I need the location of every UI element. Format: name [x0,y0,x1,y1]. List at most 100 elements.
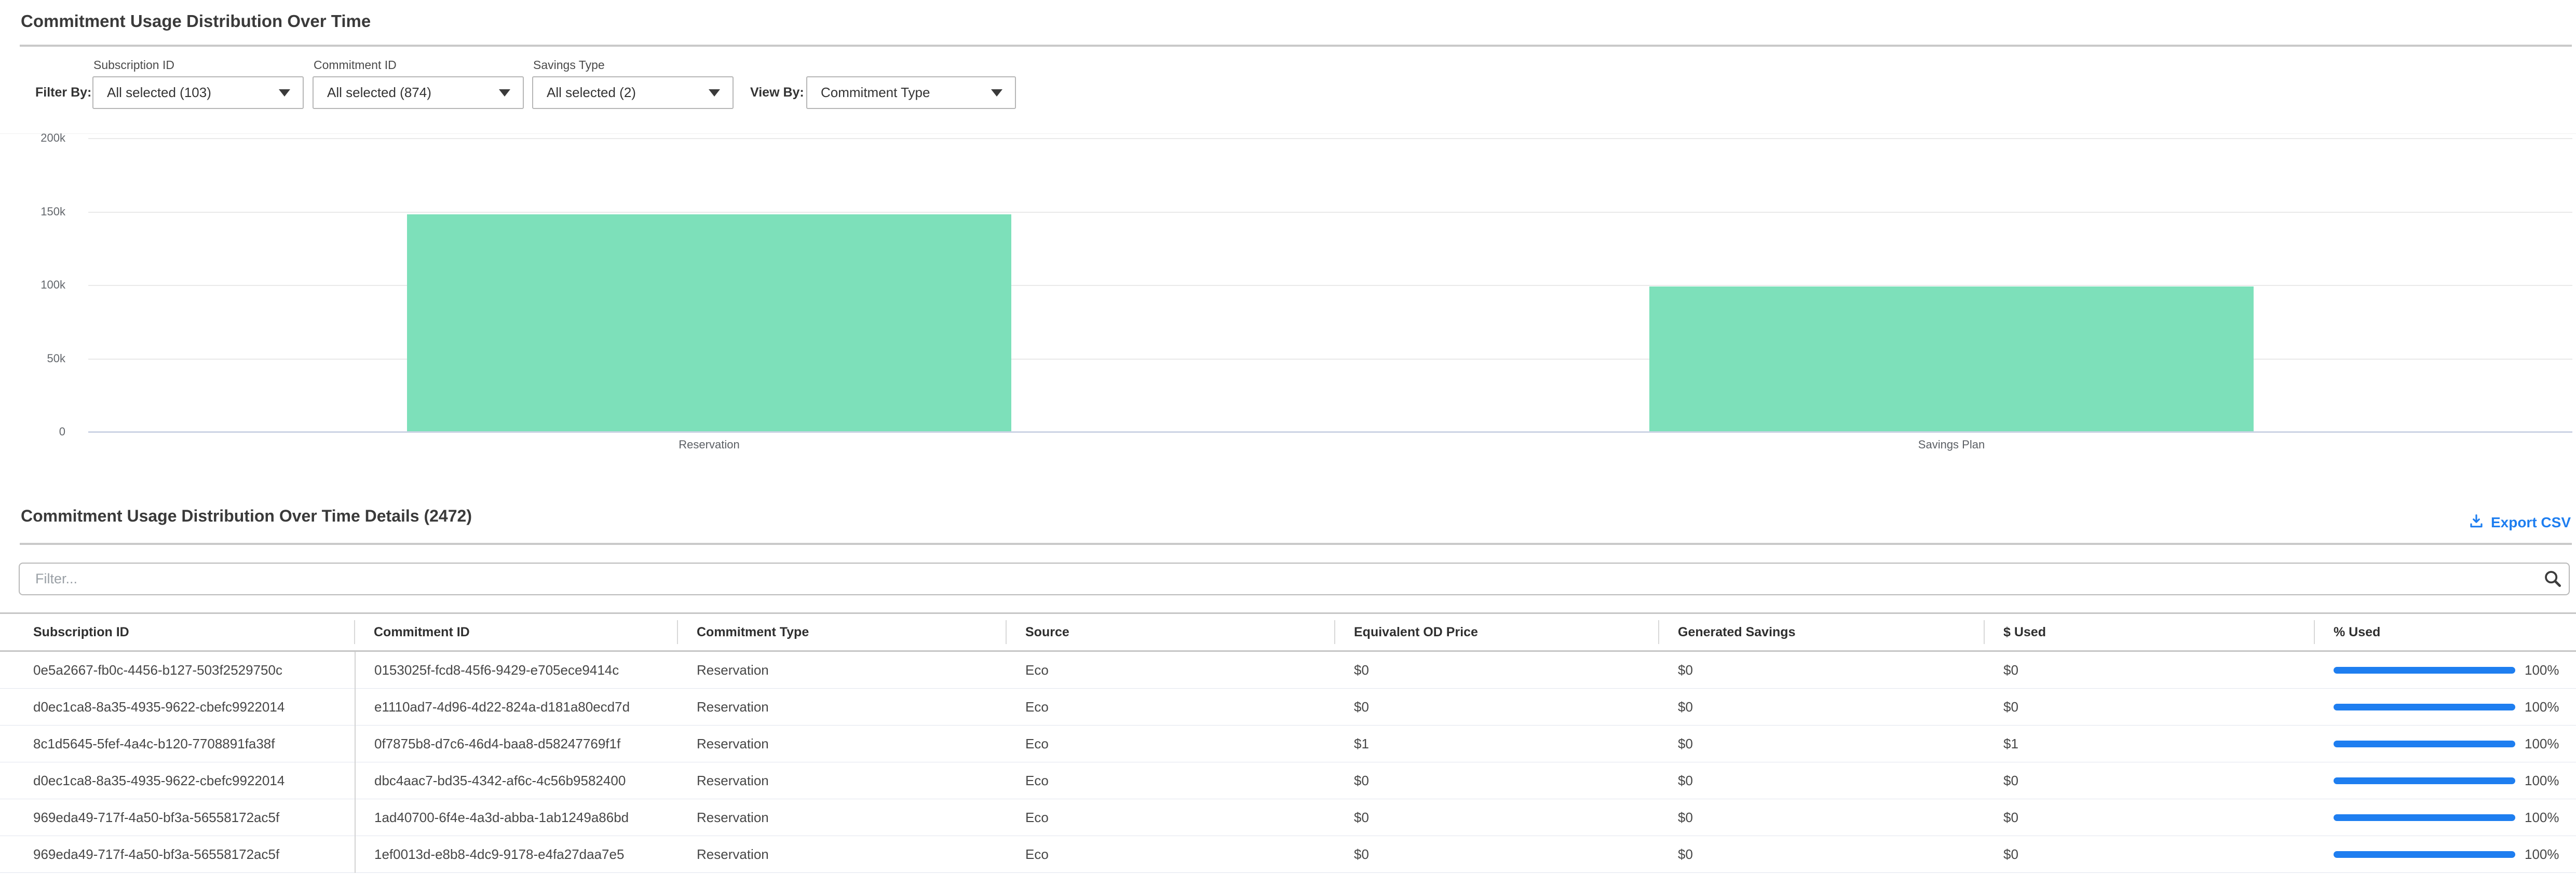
filter-label-subscription-id: Subscription ID [93,58,174,72]
usage-percent-label: 100% [2525,773,2559,789]
usage-percent-label: 100% [2525,846,2559,863]
column-header-source[interactable]: Source [1007,613,1335,651]
cell-subscription-id: 8c1d5645-5fef-4a4c-b120-7708891fa38f [0,726,355,762]
chevron-down-icon [991,89,1002,97]
table-filter-input[interactable] [19,563,2570,595]
cell-commitment-type: Reservation [678,651,1007,689]
cell-used-percent: 100% [2315,651,2576,689]
dropdown-value: All selected (2) [547,85,636,101]
filter-section-divider [0,133,2576,134]
cell-used-percent: 100% [2315,836,2576,873]
section-divider [20,45,2572,47]
filter-label-commitment-id: Commitment ID [314,58,397,72]
cell-equivalent-od-price: $0 [1335,762,1659,799]
cell-commitment-id: 1ad40700-6f4e-4a3d-abba-1ab1249a86bd [355,799,678,836]
cell-generated-savings: $0 [1659,689,1985,726]
page-title: Commitment Usage Distribution Over Time [21,11,371,31]
cell-used-dollars: $0 [1985,836,2315,873]
usage-percent-label: 100% [2525,810,2559,826]
cell-subscription-id: 969eda49-717f-4a50-bf3a-56558172ac5f [0,836,355,873]
section-divider [20,543,2572,545]
cell-generated-savings: $0 [1659,799,1985,836]
filter-label-savings-type: Savings Type [533,58,605,72]
cell-used-dollars: $0 [1985,762,2315,799]
commitment-usage-bar-chart: 050k100k150k200kReservationSavings Plan [0,138,2576,460]
subscription-id-dropdown[interactable]: All selected (103) [92,76,304,109]
savings-type-dropdown[interactable]: All selected (2) [532,76,734,109]
usage-progress-bar [2334,741,2515,747]
details-title: Commitment Usage Distribution Over Time … [21,507,472,526]
cell-generated-savings: $0 [1659,836,1985,873]
cell-commitment-id: dbc4aac7-bd35-4342-af6c-4c56b9582400 [355,762,678,799]
gridline [88,212,2572,213]
cell-equivalent-od-price: $0 [1335,836,1659,873]
cell-source: Eco [1007,651,1335,689]
chevron-down-icon [279,89,290,97]
cell-commitment-id: 0153025f-fcd8-45f6-9429-e705ece9414c [355,651,678,689]
usage-progress-bar [2334,667,2515,674]
column-header--used[interactable]: % Used [2315,613,2576,651]
cell-commitment-type: Reservation [678,799,1007,836]
cell-used-percent: 100% [2315,799,2576,836]
cell-used-dollars: $0 [1985,689,2315,726]
cell-equivalent-od-price: $0 [1335,689,1659,726]
bar-reservation[interactable] [407,214,1011,431]
cell-equivalent-od-price: $0 [1335,651,1659,689]
commitment-id-dropdown[interactable]: All selected (874) [313,76,524,109]
cell-generated-savings: $0 [1659,762,1985,799]
y-axis-tick-label: 50k [0,351,65,366]
cell-commitment-id: 0f7875b8-d7c6-46d4-baa8-d58247769f1f [355,726,678,762]
bar-savings-plan[interactable] [1649,286,2254,431]
cell-commitment-type: Reservation [678,762,1007,799]
cell-source: Eco [1007,726,1335,762]
y-axis-tick-label: 0 [0,425,65,439]
cell-equivalent-od-price: $0 [1335,799,1659,836]
cell-used-percent: 100% [2315,762,2576,799]
cell-commitment-id: 1ef0013d-e8b8-4dc9-9178-e4fa27daa7e5 [355,836,678,873]
column-header--used[interactable]: $ Used [1985,613,2315,651]
filter-by-label: Filter By: [35,85,91,100]
column-header-generated-savings[interactable]: Generated Savings [1659,613,1985,651]
cell-source: Eco [1007,689,1335,726]
dropdown-value: All selected (874) [327,85,431,101]
cell-subscription-id: d0ec1ca8-8a35-4935-9622-cbefc9922014 [0,762,355,799]
column-header-commitment-type[interactable]: Commitment Type [678,613,1007,651]
cell-commitment-type: Reservation [678,689,1007,726]
chevron-down-icon [499,89,510,97]
cell-subscription-id: 0e5a2667-fb0c-4456-b127-503f2529750c [0,651,355,689]
search-icon [2543,569,2563,591]
cell-used-percent: 100% [2315,726,2576,762]
column-header-subscription-id[interactable]: Subscription ID [0,613,355,651]
view-by-label: View By: [750,85,804,100]
usage-percent-label: 100% [2525,662,2559,678]
column-header-commitment-id[interactable]: Commitment ID [355,613,678,651]
dropdown-value: All selected (103) [107,85,211,101]
cell-used-dollars: $0 [1985,799,2315,836]
view-by-dropdown[interactable]: Commitment Type [806,76,1016,109]
cell-commitment-type: Reservation [678,836,1007,873]
y-axis-tick-label: 150k [0,204,65,219]
dropdown-value: Commitment Type [821,85,930,101]
cell-equivalent-od-price: $1 [1335,726,1659,762]
table-row: 8c1d5645-5fef-4a4c-b120-7708891fa38f0f78… [0,726,2576,762]
cell-source: Eco [1007,762,1335,799]
table-row: d0ec1ca8-8a35-4935-9622-cbefc9922014e111… [0,689,2576,726]
usage-progress-bar [2334,814,2515,821]
usage-percent-label: 100% [2525,699,2559,715]
cell-source: Eco [1007,799,1335,836]
column-header-equivalent-od-price[interactable]: Equivalent OD Price [1335,613,1659,651]
details-table: Subscription IDCommitment IDCommitment T… [0,612,2576,873]
x-axis-category-label: Savings Plan [1796,438,2107,452]
cell-used-dollars: $1 [1985,726,2315,762]
usage-progress-bar [2334,704,2515,710]
export-csv-label: Export CSV [2491,514,2571,531]
cell-source: Eco [1007,836,1335,873]
usage-progress-bar [2334,777,2515,784]
export-csv-button[interactable]: Export CSV [2468,513,2571,532]
cell-subscription-id: 969eda49-717f-4a50-bf3a-56558172ac5f [0,799,355,836]
usage-progress-bar [2334,851,2515,858]
download-icon [2468,513,2485,532]
gridline [88,138,2572,139]
x-axis-line [88,431,2572,433]
table-row: 969eda49-717f-4a50-bf3a-56558172ac5f1ad4… [0,799,2576,836]
